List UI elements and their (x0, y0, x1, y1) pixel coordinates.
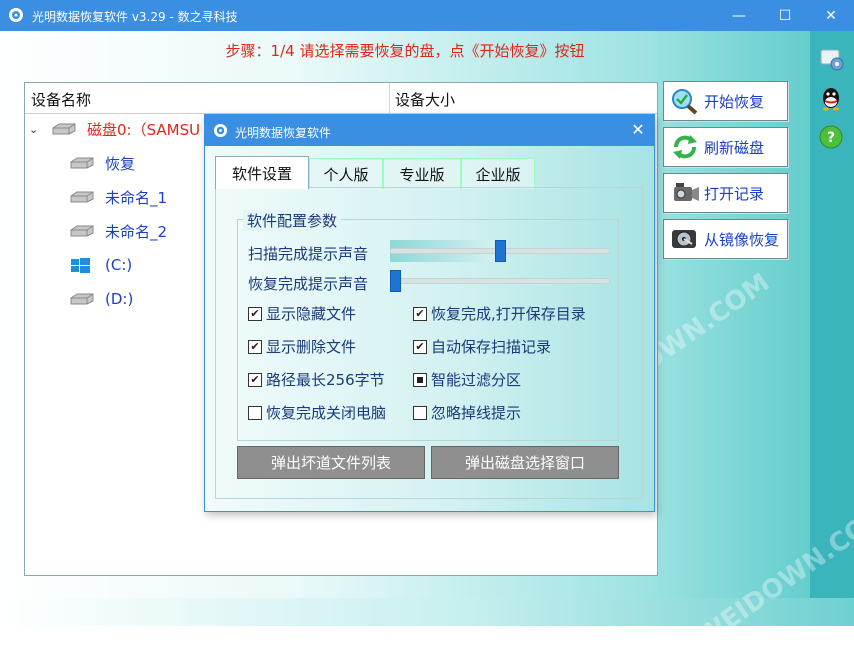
step-instruction: 步骤：1/4 请选择需要恢复的盘，点《开始恢复》按钮 (225, 42, 585, 60)
checkbox-ignore-disconnect[interactable] (413, 406, 427, 420)
slider-thumb[interactable] (390, 270, 401, 292)
tree-item-label: 磁盘0:（SAMSU (87, 120, 201, 139)
checkbox-label: 路径最长256字节 (266, 371, 385, 389)
magnifier-recover-icon (668, 86, 702, 116)
refresh-icon (668, 132, 702, 162)
partition-icon (69, 292, 95, 306)
tab-professional[interactable]: 专业版 (383, 158, 461, 189)
button-label: 打开记录 (704, 184, 765, 203)
tree-item-drive-d[interactable]: (D:) (69, 287, 133, 311)
slider-thumb[interactable] (495, 240, 506, 262)
tree-item-partition[interactable]: 未命名_1 (69, 185, 167, 209)
dialog-title-bar: 光明数据恢复软件 ✕ (205, 115, 654, 146)
tree-item-label: 恢复 (105, 154, 136, 173)
checkbox-shutdown[interactable] (248, 406, 262, 420)
button-label: 刷新磁盘 (704, 138, 765, 157)
checkbox-show-deleted[interactable]: ✔ (248, 340, 262, 354)
tree-item-label: (D:) (105, 290, 134, 308)
recover-sound-slider[interactable] (390, 278, 610, 284)
close-button[interactable]: ✕ (808, 0, 854, 31)
checkbox-smart-filter[interactable] (413, 373, 427, 387)
right-toolbar-strip (810, 31, 854, 598)
checkbox-open-save-dir[interactable]: ✔ (413, 307, 427, 321)
help-icon[interactable]: ? (818, 124, 844, 150)
partition-icon (69, 190, 95, 204)
slider-label: 恢复完成提示声音 (248, 275, 369, 293)
checkbox-label: 显示删除文件 (266, 338, 357, 356)
minimize-button[interactable]: — (716, 0, 762, 31)
start-recovery-button[interactable]: 开始恢复 (663, 81, 788, 121)
settings-dialog: 光明数据恢复软件 ✕ 软件设置 个人版 专业版 企业版 软件配置参数 扫描完成提… (204, 114, 655, 512)
checkbox-label: 恢复完成关闭电脑 (266, 404, 387, 422)
checkbox-label: 智能过滤分区 (431, 371, 522, 389)
device-list-header: 设备名称 设备大小 (25, 83, 657, 114)
open-record-button[interactable]: 打开记录 (663, 173, 788, 213)
window-title: 光明数据恢复软件 v3.29 - 数之寻科技 (32, 10, 238, 24)
checkbox-label: 恢复完成,打开保存目录 (431, 305, 586, 323)
tab-personal[interactable]: 个人版 (309, 158, 383, 189)
svg-text:?: ? (827, 130, 835, 146)
tree-item-partition[interactable]: 恢复 (69, 151, 135, 175)
title-bar: 光明数据恢复软件 v3.29 - 数之寻科技 — ☐ ✕ (0, 0, 854, 31)
qq-icon[interactable] (818, 86, 844, 112)
maximize-button[interactable]: ☐ (762, 0, 808, 31)
app-icon (9, 8, 23, 22)
tree-item-label: (C:) (105, 256, 133, 274)
button-label: 从镜像恢复 (704, 230, 780, 249)
checkbox-label: 显示隐藏文件 (266, 305, 357, 323)
hard-disk-icon (51, 122, 77, 136)
app-icon (213, 123, 228, 138)
camcorder-icon (668, 178, 702, 208)
tab-software-settings[interactable]: 软件设置 (215, 156, 309, 189)
recover-from-image-button[interactable]: 从镜像恢复 (663, 219, 788, 259)
refresh-disk-button[interactable]: 刷新磁盘 (663, 127, 788, 167)
windows-logo-icon (69, 258, 95, 273)
tree-item-partition[interactable]: 未命名_2 (69, 219, 167, 243)
disk-select-window-button[interactable]: 弹出磁盘选择窗口 (431, 446, 619, 479)
column-header-device-size[interactable]: 设备大小 (395, 89, 455, 110)
dialog-title: 光明数据恢复软件 (235, 126, 332, 140)
disk-image-icon (668, 224, 702, 254)
checkbox-auto-save-log[interactable]: ✔ (413, 340, 427, 354)
bad-sector-list-button[interactable]: 弹出坏道文件列表 (237, 446, 425, 479)
chevron-down-icon[interactable]: ⌄ (29, 123, 45, 136)
column-header-device-name[interactable]: 设备名称 (31, 89, 91, 110)
tree-item-drive-c[interactable]: (C:) (69, 253, 132, 277)
checkbox-label: 自动保存扫描记录 (431, 338, 552, 356)
group-title: 软件配置参数 (243, 210, 342, 231)
tree-item-label: 未命名_1 (105, 188, 168, 207)
tab-enterprise[interactable]: 企业版 (461, 158, 535, 189)
partition-icon (69, 156, 95, 170)
checkbox-show-hidden[interactable]: ✔ (248, 307, 262, 321)
partition-icon (69, 224, 95, 238)
dialog-close-button[interactable]: ✕ (628, 120, 648, 140)
checkbox-path-256[interactable]: ✔ (248, 373, 262, 387)
checkbox-label: 忽略掉线提示 (431, 404, 522, 422)
tree-item-label: 未命名_2 (105, 222, 168, 241)
tree-item-disk0[interactable]: ⌄ 磁盘0:（SAMSU (29, 117, 200, 141)
settings-icon[interactable] (818, 46, 844, 72)
button-label: 开始恢复 (704, 92, 765, 111)
slider-label: 扫描完成提示声音 (248, 245, 369, 263)
